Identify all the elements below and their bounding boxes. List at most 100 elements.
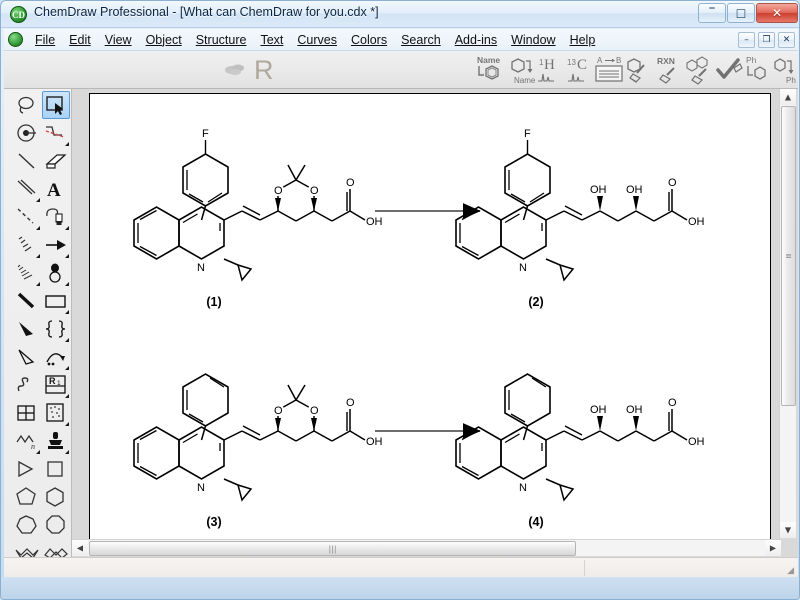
menu-bar: File Edit View Object Structure Text Cur… — [4, 29, 798, 51]
structure-3[interactable]: N O O O OH (3) — [133, 373, 383, 529]
menu-edit[interactable]: Edit — [62, 31, 98, 50]
window-minimize-button[interactable]: – — [698, 1, 726, 23]
arrow-tool[interactable] — [42, 231, 70, 259]
window-maximize-button[interactable]: □ — [727, 3, 755, 23]
quinoline-core-2 — [455, 206, 547, 260]
acetonide-ring-1: O O — [272, 164, 320, 222]
clean-up-reaction-button[interactable]: RXN — [654, 54, 684, 86]
bracket-tool[interactable] — [42, 315, 70, 343]
menu-structure[interactable]: Structure — [189, 31, 254, 50]
wedge-bond-tool[interactable] — [13, 315, 41, 343]
scroll-down-button[interactable]: ▼ — [780, 522, 796, 538]
menu-help[interactable]: Help — [563, 31, 603, 50]
hydroxyl-label-4a: OH — [590, 404, 607, 416]
document-minimize-button[interactable]: – — [738, 32, 755, 48]
table-tool[interactable] — [13, 399, 41, 427]
chain-tool[interactable]: n — [13, 427, 41, 455]
scroll-left-button[interactable]: ◀ — [72, 540, 88, 556]
orbital-tool[interactable] — [42, 259, 70, 287]
hollow-wedge-tool[interactable] — [13, 343, 41, 371]
eraser-tool[interactable] — [42, 147, 70, 175]
menu-colors[interactable]: Colors — [344, 31, 394, 50]
cyclobutane-tool[interactable] — [42, 455, 70, 483]
marquee-select-tool[interactable] — [42, 91, 70, 119]
predict-1h-nmr-button[interactable]: 1 H — [536, 54, 566, 86]
stereo-wedge-1b — [311, 198, 317, 211]
svg-text:Ph: Ph — [746, 55, 757, 65]
nitrogen-label-3: N — [197, 482, 205, 494]
document-page[interactable]: F N O O O OH (1) F N O OH OH OH (2) N O … — [89, 93, 771, 548]
multiple-bond-tool[interactable] — [13, 175, 41, 203]
clean-up-multiple-structures-button[interactable] — [684, 54, 714, 86]
pen-tool[interactable] — [42, 203, 70, 231]
structure-2[interactable]: F N O OH OH OH (2) — [455, 128, 705, 309]
cycloheptane-tool[interactable] — [13, 511, 41, 539]
cyclopentane-tool[interactable] — [13, 483, 41, 511]
phenyl-ring-3 — [182, 373, 229, 427]
document-system-menu-icon[interactable] — [8, 32, 23, 47]
predict-13c-nmr-button[interactable]: 13 C — [566, 54, 596, 86]
bold-bond-tool[interactable] — [13, 287, 41, 315]
cyclopropyl-3 — [223, 478, 253, 502]
window-resize-grip[interactable]: ◢ — [787, 566, 794, 576]
contract-label-button[interactable]: Ph — [772, 54, 799, 86]
horizontal-scrollbar[interactable]: ◀ ||| ▶ — [72, 539, 781, 556]
menu-text-label: Text — [260, 32, 284, 47]
menu-curves[interactable]: Curves — [290, 31, 344, 50]
selection-box-tool[interactable] — [42, 399, 70, 427]
horizontal-scroll-thumb[interactable]: ||| — [89, 541, 576, 556]
cyclohexane-tool[interactable] — [42, 483, 70, 511]
r-group-tool[interactable]: R1 — [42, 371, 70, 399]
scroll-right-button[interactable]: ▶ — [765, 540, 781, 556]
hashed-bond-tool[interactable] — [13, 231, 41, 259]
carboxylic-acid-chain-3: O OH — [313, 397, 383, 448]
document-restore-button[interactable]: ❐ — [758, 32, 775, 48]
solid-bond-tool[interactable] — [13, 147, 41, 175]
text-tool[interactable]: A — [42, 175, 70, 203]
expand-label-button[interactable]: Ph — [744, 54, 774, 86]
arc-arrow-tool[interactable] — [42, 343, 70, 371]
squiggle-bond-tool[interactable] — [13, 371, 41, 399]
document-close-button[interactable]: ✕ — [778, 32, 795, 48]
eraser-target-tool[interactable] — [13, 119, 41, 147]
lasso-select-tool[interactable] — [13, 91, 41, 119]
structure-1[interactable]: F N O O O OH (1) — [133, 128, 383, 309]
submenu-indicator — [36, 450, 40, 454]
stamp-tool[interactable] — [42, 427, 70, 455]
window-close-button[interactable]: ✕ — [756, 3, 798, 23]
rectangle-tool[interactable] — [42, 287, 70, 315]
menu-file[interactable]: File — [28, 31, 62, 50]
clean-up-structure-button[interactable] — [624, 54, 654, 86]
acetonide-ring-3: O O — [272, 384, 320, 442]
dashed-bond-tool[interactable] — [13, 203, 41, 231]
menu-addins[interactable]: Add-ins — [448, 31, 504, 50]
oxygen-label-3b: O — [310, 405, 319, 417]
structure-to-properties-button[interactable]: A B — [594, 54, 624, 86]
dashed-chain-tool[interactable] — [42, 119, 70, 147]
nitrogen-label-2: N — [519, 262, 527, 274]
vinyl-linker-4 — [545, 425, 601, 441]
svg-text:R: R — [49, 376, 56, 386]
svg-text:C: C — [577, 57, 587, 73]
cyclopropane-tool[interactable] — [13, 455, 41, 483]
hashed-wedge-tool[interactable] — [13, 259, 41, 287]
structure-to-name-button[interactable]: Name — [508, 54, 538, 86]
scroll-up-button[interactable]: ▲ — [780, 89, 796, 105]
structure-4[interactable]: N O OH OH OH (4) — [455, 373, 705, 529]
vinyl-linker-3 — [223, 425, 279, 441]
name-to-structure-button[interactable]: Name — [476, 54, 506, 86]
dihydroxy-chain-4: O OH — [599, 397, 705, 448]
window-titlebar: CD ChemDraw Professional - [What can Che… — [1, 1, 799, 28]
vertical-scroll-thumb[interactable]: ≡ — [781, 106, 796, 406]
check-structure-button[interactable] — [714, 54, 744, 86]
menu-object[interactable]: Object — [139, 31, 189, 50]
chemical-drawing-canvas[interactable]: F N O O O OH (1) F N O OH OH OH (2) N O … — [90, 94, 769, 546]
menu-search[interactable]: Search — [394, 31, 448, 50]
chevron-up-icon: ▲ — [784, 92, 792, 102]
menu-view[interactable]: View — [98, 31, 139, 50]
menu-text[interactable]: Text — [253, 31, 290, 50]
cyclooctane-tool[interactable] — [42, 511, 70, 539]
menu-window[interactable]: Window — [504, 31, 562, 50]
vertical-scrollbar[interactable]: ▲ ≡ ▼ — [779, 89, 796, 538]
document-workspace[interactable]: F N O O O OH (1) F N O OH OH OH (2) N O … — [72, 89, 798, 557]
